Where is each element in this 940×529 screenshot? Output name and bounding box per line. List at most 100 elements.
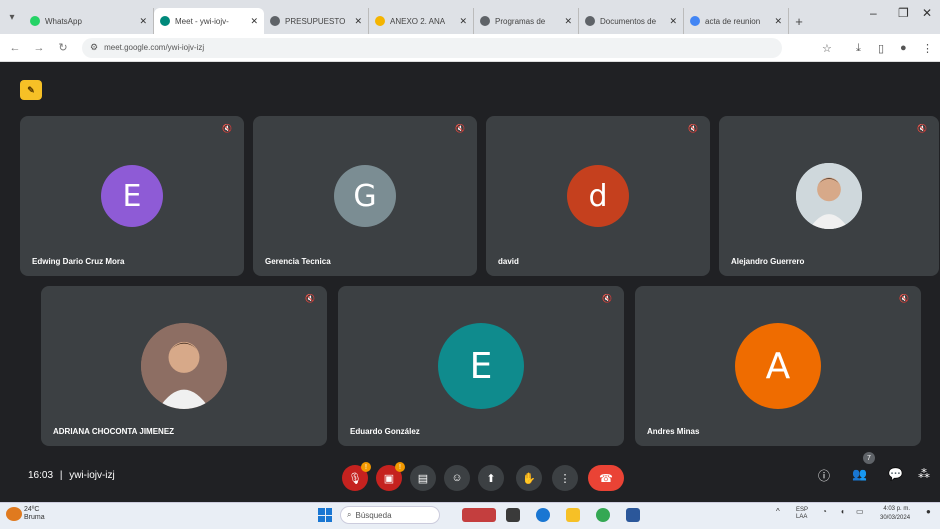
tab-close-icon[interactable]: ✕ [564, 16, 572, 27]
mic-muted-icon: 🔇 [222, 124, 232, 133]
browser-tab[interactable]: Meet - ywi-iojv- ✕ [154, 8, 264, 34]
mic-muted-icon: 🔇 [455, 124, 465, 133]
sidepanel-icon[interactable]: ▯ [878, 42, 884, 55]
tab-close-icon[interactable]: ✕ [669, 16, 677, 27]
participant-tile[interactable]: 🔇 A Andres Minas [635, 286, 921, 446]
tab-favicon-icon [375, 16, 385, 26]
volume-icon[interactable]: ◖ [840, 507, 845, 516]
mic-muted-icon: 🔇 [899, 294, 909, 303]
tab-label: PRESUPUESTO [285, 16, 346, 26]
tab-favicon-icon [690, 16, 700, 26]
meeting-separator: | [59, 470, 63, 481]
leave-call-button[interactable]: ☎ [588, 465, 624, 491]
emoji-icon: ☺ [451, 472, 463, 484]
more-options-button[interactable]: ⋮ [552, 465, 578, 491]
reactions-button[interactable]: ☺ [444, 465, 470, 491]
weather-icon[interactable] [6, 507, 22, 521]
tab-label: acta de reunion [705, 16, 761, 26]
clock-date: 30/03/2024 [880, 515, 911, 521]
participant-avatar: d [567, 165, 629, 227]
taskbar-app-widget[interactable] [462, 508, 496, 522]
browser-tab[interactable]: ANEXO 2. ANA ✕ [369, 8, 474, 34]
browser-tab[interactable]: WhatsApp ✕ [24, 8, 154, 34]
bookmark-star-icon[interactable]: ☆ [822, 42, 832, 55]
tab-label: WhatsApp [45, 16, 82, 26]
start-button[interactable] [318, 508, 332, 522]
present-button[interactable]: ⬆ [478, 465, 504, 491]
tab-close-icon[interactable]: ✕ [139, 16, 147, 27]
forward-icon[interactable]: → [30, 42, 48, 54]
reload-icon[interactable]: ↻ [54, 41, 72, 54]
site-info-icon[interactable]: ⚙ [90, 42, 98, 53]
hand-icon: ✋ [522, 472, 536, 485]
participant-avatar: E [438, 323, 524, 409]
participant-tile[interactable]: 🔇 E Edwing Dario Cruz Mora [20, 116, 244, 276]
browser-menu-icon[interactable]: ⋮ [922, 42, 933, 55]
camera-off-icon: ▣ [383, 472, 395, 485]
participant-tile[interactable]: 🔇 G Gerencia Tecnica [253, 116, 477, 276]
notification-icon[interactable]: ● [926, 507, 931, 516]
chrome-icon[interactable] [596, 508, 610, 522]
mic-muted-icon: 🔇 [688, 124, 698, 133]
participant-tile[interactable]: 🔇 ADRIANA CHOCONTA JIMENEZ [41, 286, 327, 446]
wifi-icon[interactable]: ◔ [822, 507, 827, 516]
screen: ▾ WhatsApp ✕ Meet - ywi-iojv- ✕ PRESUPUESTO ✕… [0, 0, 940, 529]
profile-icon[interactable]: ● [900, 42, 907, 54]
participant-tile[interactable]: 🔇 Alejandro Guerrero [719, 116, 939, 276]
url-text: meet.google.com/ywi-iojv-izj [104, 43, 205, 52]
browser-tab[interactable]: acta de reunion ✕ [684, 8, 789, 34]
browser-tab[interactable]: Documentos de ✕ [579, 8, 684, 34]
tab-close-icon[interactable]: ✕ [774, 16, 782, 27]
mic-off-icon: 🎙 [348, 472, 362, 485]
participant-name: david [498, 257, 519, 266]
control-bar [0, 458, 940, 498]
address-bar: ← → ↻ ⚙ meet.google.com/ywi-iojv-izj [0, 34, 940, 62]
tab-favicon-icon [160, 16, 170, 26]
word-icon[interactable] [626, 508, 640, 522]
file-explorer-icon[interactable] [566, 508, 580, 522]
tab-favicon-icon [585, 16, 595, 26]
participant-name: ADRIANA CHOCONTA JIMENEZ [53, 427, 175, 436]
captions-button[interactable]: ▤ [410, 465, 436, 491]
participant-tile[interactable]: 🔇 E Eduardo González [338, 286, 624, 446]
tab-search-icon[interactable]: ▾ [0, 0, 24, 34]
taskbar-clock[interactable]: 4:03 p. m. 30/03/2024 [880, 505, 910, 523]
camera-toggle-button[interactable]: ▣! [376, 462, 405, 491]
tab-label: ANEXO 2. ANA [390, 16, 446, 26]
task-view-icon[interactable] [506, 508, 520, 522]
weather-temp: 24ºC [24, 506, 40, 513]
tab-favicon-icon [30, 16, 40, 26]
tab-close-icon[interactable]: ✕ [459, 16, 467, 27]
tab-label: Programas de [495, 16, 546, 26]
raise-hand-button[interactable]: ✋ [516, 465, 542, 491]
tab-close-icon[interactable]: ✕ [250, 16, 258, 27]
tab-close-icon[interactable]: ✕ [354, 16, 362, 27]
activities-icon[interactable]: ⁂ [918, 467, 930, 481]
browser-tab[interactable]: Programas de ✕ [474, 8, 579, 34]
participant-avatar: A [735, 323, 821, 409]
battery-icon[interactable]: ▭ [856, 507, 864, 516]
participant-name: Gerencia Tecnica [265, 257, 331, 266]
new-tab-button[interactable]: + [789, 8, 809, 34]
meeting-brand-icon[interactable]: ✎ [20, 80, 42, 100]
chat-icon[interactable]: 💬 [888, 467, 903, 481]
back-icon[interactable]: ← [6, 42, 24, 54]
restore-icon[interactable]: ❐ [898, 6, 909, 20]
language-indicator[interactable]: ESP LAA [796, 507, 808, 521]
edge-icon[interactable] [536, 508, 550, 522]
download-icon[interactable]: ⤓ [856, 42, 861, 55]
tray-chevron-icon[interactable]: ^ [776, 507, 780, 516]
meeting-details-icon[interactable]: ⓘ [818, 467, 830, 484]
weather-widget[interactable]: 24ºC Bruma [24, 506, 45, 522]
meeting-info: 16:03 | ywi-iojv-izj [28, 470, 115, 481]
url-field[interactable]: ⚙ meet.google.com/ywi-iojv-izj [82, 37, 782, 58]
participant-photo [796, 163, 862, 229]
close-window-icon[interactable]: ✕ [922, 6, 932, 20]
browser-tab[interactable]: PRESUPUESTO ✕ [264, 8, 369, 34]
participant-tile[interactable]: 🔇 d david [486, 116, 710, 276]
mic-toggle-button[interactable]: 🎙! [342, 462, 371, 491]
people-icon[interactable]: 👥 [852, 467, 867, 481]
minimize-icon[interactable]: – [870, 6, 877, 20]
search-icon: ⌕ [347, 510, 352, 519]
taskbar-search[interactable]: ⌕ Búsqueda [340, 506, 440, 524]
